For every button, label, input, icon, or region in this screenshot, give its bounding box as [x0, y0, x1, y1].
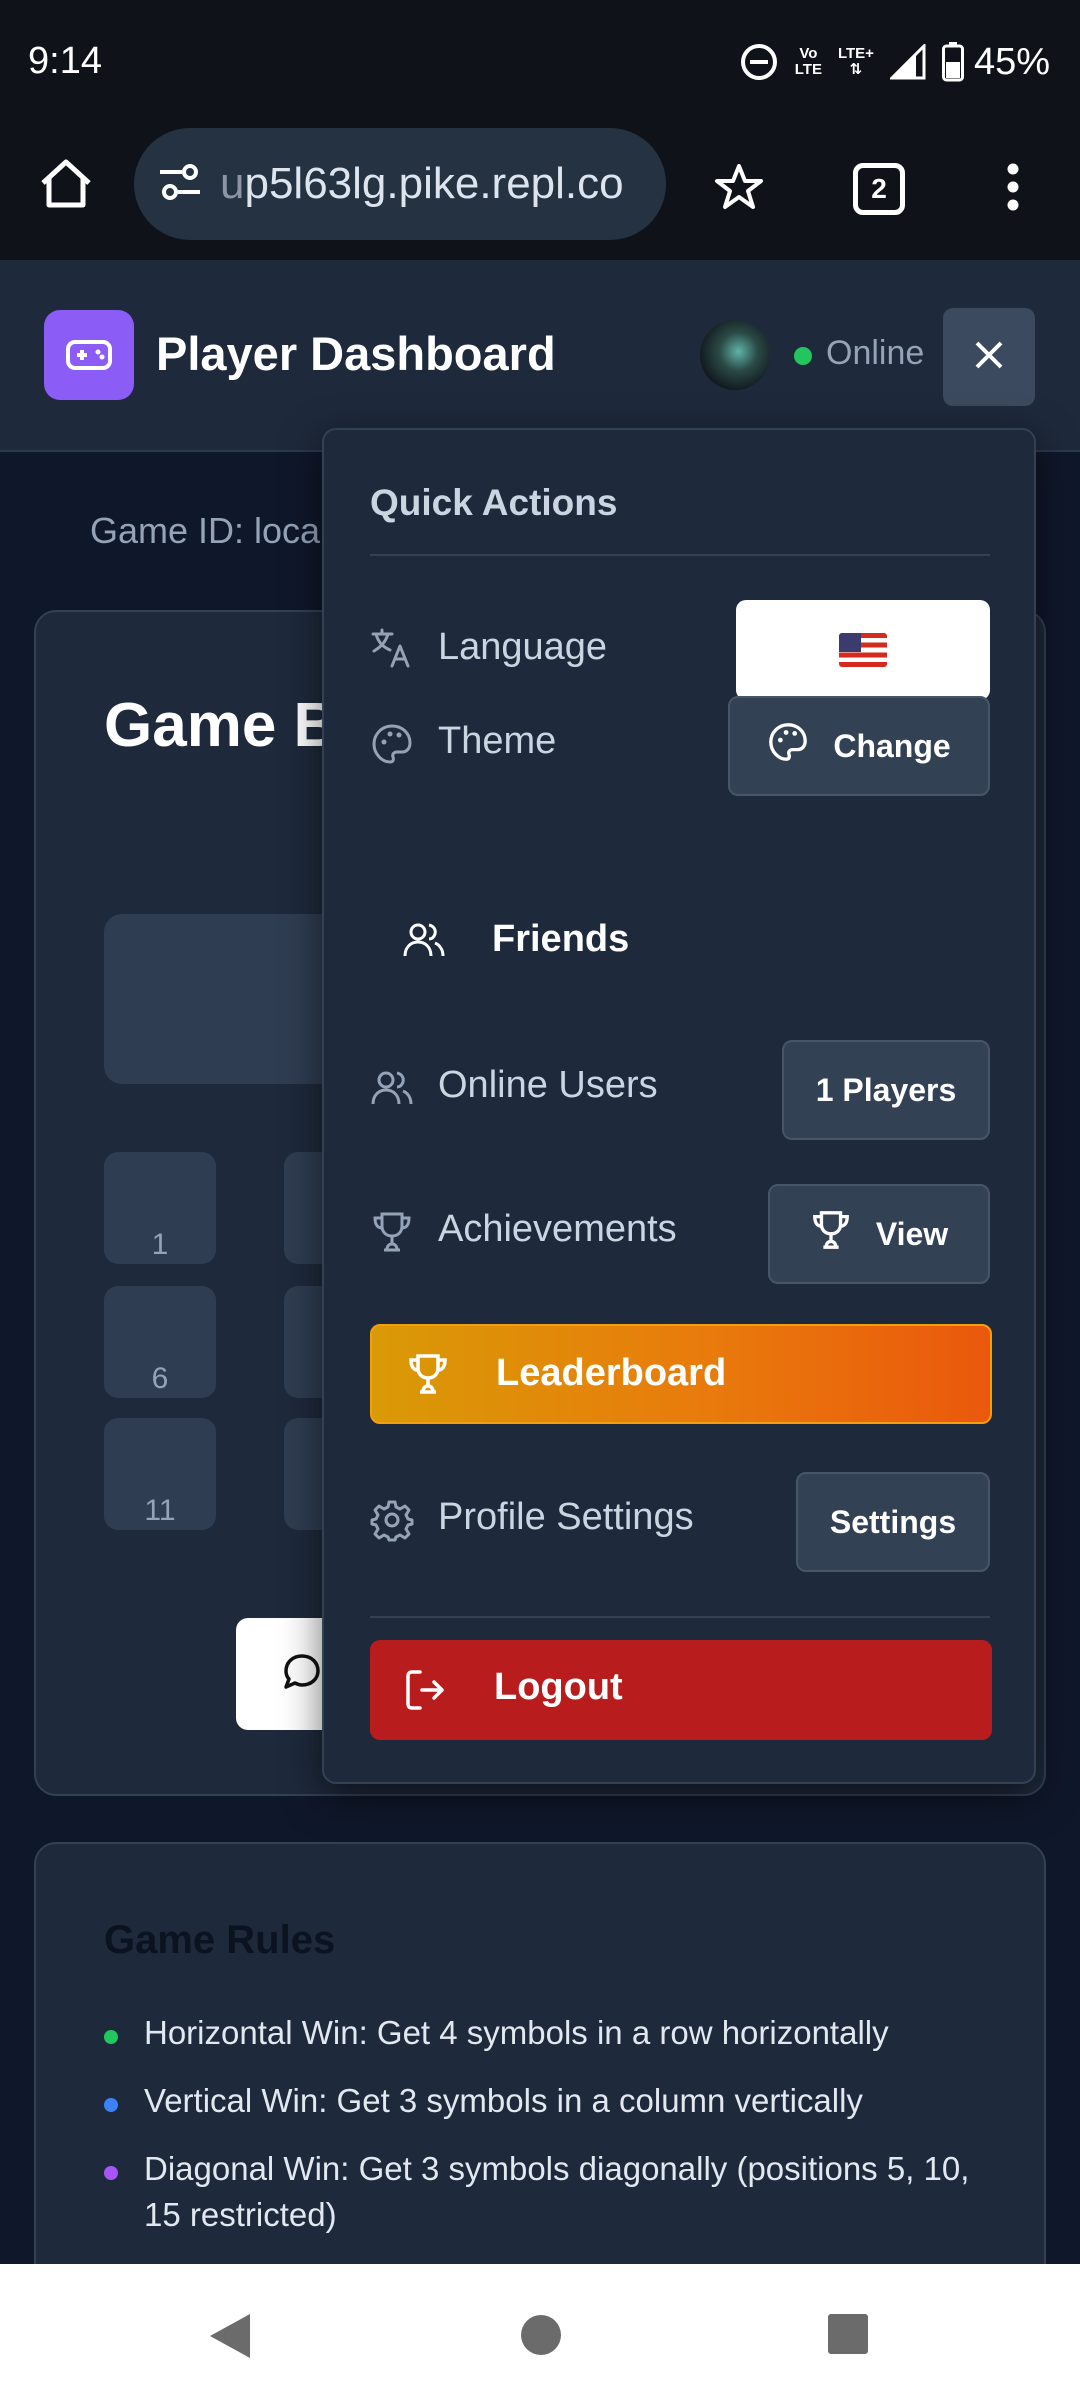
system-navigation-bar — [0, 2264, 1080, 2400]
rule-item: Vertical Win: Get 3 symbols in a column … — [104, 2078, 994, 2124]
url-main: p5l63lg.pike.repl.co — [244, 159, 624, 208]
online-status-dot — [794, 347, 812, 365]
rule-bullet — [104, 2030, 118, 2044]
do-not-disturb-icon — [739, 42, 779, 82]
profile-settings-button[interactable]: Settings — [796, 1472, 990, 1572]
game-id: Game ID: loca — [90, 510, 321, 551]
translate-icon — [370, 626, 414, 670]
volte-icon: Vo LTE — [795, 46, 822, 78]
palette-icon — [767, 721, 809, 771]
users-icon — [402, 918, 446, 962]
bookmark-star-icon[interactable] — [704, 152, 774, 222]
home-nav-icon[interactable] — [518, 2312, 564, 2363]
trophy-icon — [406, 1352, 450, 1401]
quick-actions-menu: Quick Actions Language Theme Change Frie… — [322, 428, 1036, 1784]
board-cell[interactable]: 11 — [104, 1418, 216, 1530]
menu-title: Quick Actions — [370, 482, 618, 523]
more-menu-icon[interactable] — [978, 152, 1048, 222]
gear-icon — [370, 1498, 414, 1542]
rule-item: Horizontal Win: Get 4 symbols in a row h… — [104, 2010, 994, 2056]
change-theme-label: Change — [833, 727, 951, 764]
status-time: 9:14 — [28, 40, 102, 82]
logout-label: Logout — [494, 1666, 623, 1708]
logout-icon — [404, 1668, 448, 1717]
status-icons: Vo LTE LTE+ ⇅ 45% — [739, 36, 1050, 88]
us-flag-icon — [839, 633, 887, 667]
palette-icon — [370, 722, 414, 766]
url-text: up5l63lg.pike.repl.co — [220, 159, 624, 209]
chat-bubble-icon — [282, 1652, 322, 1697]
lte-plus-label: LTE+ — [837, 45, 874, 62]
lte-plus-icon: LTE+ ⇅ — [838, 46, 874, 78]
url-prefix: u — [220, 159, 245, 208]
battery-icon — [941, 42, 964, 82]
rule-text: Vertical Win: Get 3 symbols in a column … — [144, 2082, 863, 2119]
leaderboard-label: Leaderboard — [496, 1352, 727, 1394]
recents-icon[interactable] — [826, 2312, 870, 2361]
theme-label: Theme — [438, 720, 557, 762]
volte-label-bottom: LTE — [794, 61, 822, 78]
tab-count: 2 — [853, 163, 905, 215]
battery-percent: 45% — [973, 40, 1050, 83]
signal-icon — [889, 44, 926, 80]
trophy-icon — [810, 1209, 852, 1259]
page-title: Player Dashboard — [156, 327, 556, 380]
online-status-text: Online — [826, 334, 925, 372]
close-menu-button[interactable] — [943, 308, 1035, 406]
rule-bullet — [104, 2098, 118, 2112]
back-icon[interactable] — [206, 2312, 252, 2365]
site-settings-icon[interactable] — [158, 162, 202, 207]
online-users-button[interactable]: 1 Players — [782, 1040, 990, 1140]
avatar[interactable] — [700, 320, 770, 390]
board-title: Game B — [104, 691, 339, 760]
profile-settings-label: Profile Settings — [438, 1496, 694, 1538]
view-achievements-label: View — [875, 1215, 949, 1252]
app-header: Player Dashboard Online — [0, 262, 1080, 452]
address-bar[interactable]: up5l63lg.pike.repl.co — [134, 128, 666, 240]
language-select[interactable] — [736, 600, 990, 700]
change-theme-button[interactable]: Change — [728, 696, 990, 796]
leaderboard-button[interactable]: Leaderboard — [370, 1324, 992, 1424]
rule-bullet — [104, 2166, 118, 2180]
online-users-label: Online Users — [438, 1064, 658, 1106]
board-cell[interactable]: 1 — [104, 1152, 216, 1264]
achievements-label: Achievements — [438, 1208, 677, 1250]
volte-label-top: Vo — [799, 45, 818, 62]
trophy-icon — [370, 1210, 414, 1254]
language-label: Language — [438, 626, 608, 668]
rule-text: Diagonal Win: Get 3 symbols diagonally (… — [144, 2150, 970, 2233]
view-achievements-button[interactable]: View — [768, 1184, 990, 1284]
tabs-icon[interactable]: 2 — [844, 154, 914, 224]
status-bar: 9:14 Vo LTE LTE+ ⇅ 45% — [0, 0, 1080, 122]
rule-text: Horizontal Win: Get 4 symbols in a row h… — [144, 2014, 889, 2051]
browser-toolbar: up5l63lg.pike.repl.co 2 — [0, 122, 1080, 262]
home-icon[interactable] — [30, 148, 102, 220]
lte-arrows: ⇅ — [849, 61, 863, 78]
close-icon — [972, 338, 1006, 377]
rules-title: Game Rules — [104, 1918, 336, 1962]
logout-button[interactable]: Logout — [370, 1640, 992, 1740]
board-cell[interactable]: 6 — [104, 1286, 216, 1398]
users-icon — [370, 1066, 414, 1110]
menu-divider — [370, 554, 990, 556]
rule-item: Diagonal Win: Get 3 symbols diagonally (… — [104, 2146, 994, 2238]
menu-divider — [370, 1616, 990, 1618]
gamepad-icon — [44, 310, 134, 400]
friends-button[interactable]: Friends — [492, 918, 629, 961]
